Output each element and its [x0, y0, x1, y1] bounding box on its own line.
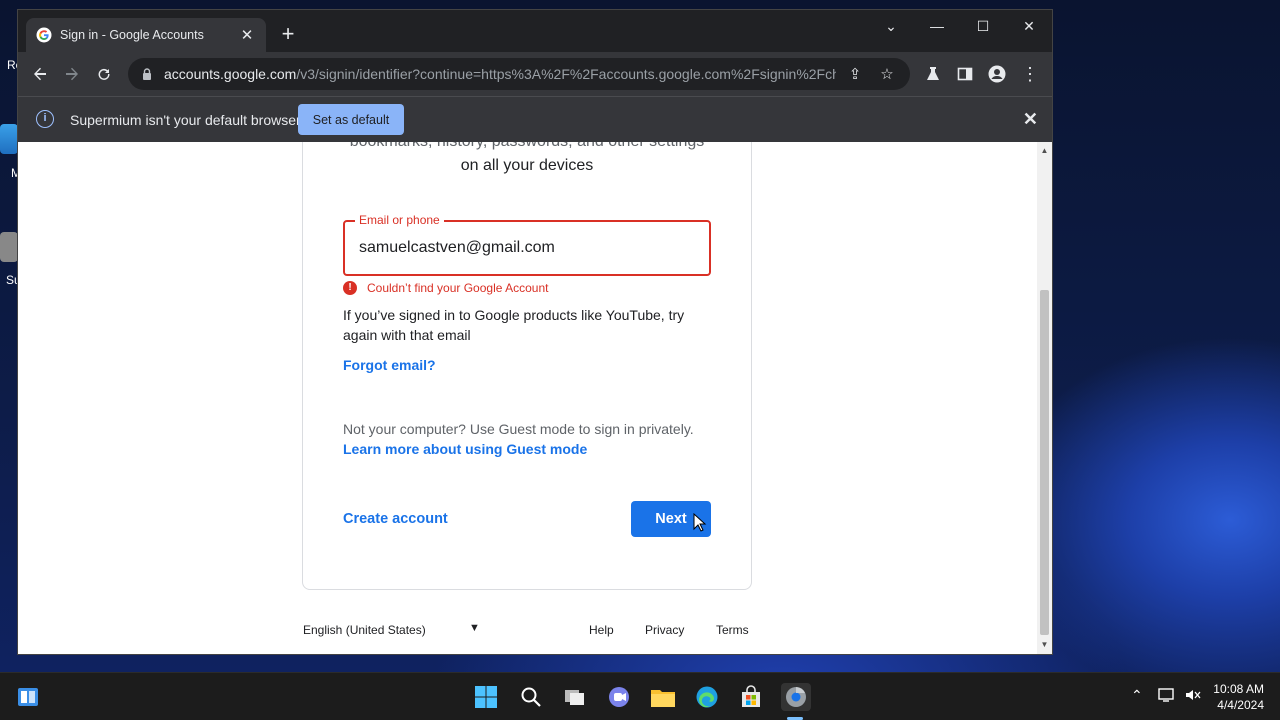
volume-muted-icon[interactable] [1184, 687, 1202, 706]
dropdown-arrow-icon: ▼ [469, 622, 480, 634]
desktop-app-icon[interactable] [0, 124, 18, 154]
google-g-icon [36, 27, 52, 43]
teams-chat-icon[interactable] [605, 683, 633, 711]
tab-sign-in[interactable]: Sign in - Google Accounts ✕ [26, 18, 266, 52]
scroll-thumb[interactable] [1040, 290, 1049, 635]
subtitle-line: on all your devices [460, 157, 594, 174]
desktop-app-icon[interactable] [0, 232, 18, 262]
clock-date: 4/4/2024 [1217, 698, 1264, 712]
start-windows-icon[interactable] [472, 683, 500, 711]
tab-close-icon[interactable]: ✕ [238, 26, 256, 44]
error-icon: ! [343, 281, 357, 295]
tab-title: Sign in - Google Accounts [60, 28, 204, 42]
lock-icon[interactable] [140, 67, 154, 81]
profile-avatar-icon[interactable] [983, 60, 1011, 88]
browser-toolbar: accounts.google.com/v3/signin/identifier… [18, 52, 1052, 96]
url-host: accounts.google.com [164, 66, 297, 82]
guest-mode-link[interactable]: Learn more about using Guest mode [343, 441, 587, 457]
widgets-icon[interactable] [14, 683, 42, 711]
forgot-email-link[interactable]: Forgot email? [343, 357, 436, 373]
clock-time: 10:08 AM [1213, 682, 1264, 696]
file-explorer-icon[interactable] [649, 683, 677, 711]
default-browser-infobar: i Supermium isn't your default browser S… [18, 96, 1052, 142]
footer-help-link[interactable]: Help [589, 623, 614, 637]
language-selector[interactable]: English (United States) ▼ [303, 622, 480, 637]
page-content: bookmarks, history, passwords, and other… [18, 142, 1052, 654]
scroll-up-icon[interactable]: ▲ [1037, 146, 1052, 155]
infobar-message: Supermium isn't your default browser [70, 112, 301, 128]
error-text: Couldn’t find your Google Account [367, 281, 549, 295]
help-text: If you’ve signed in to Google products l… [343, 307, 685, 343]
chevron-up-icon[interactable]: ⌃ [1131, 687, 1143, 704]
forward-arrow-icon[interactable] [58, 60, 86, 88]
info-icon: i [36, 110, 54, 128]
edge-browser-icon[interactable] [693, 683, 721, 711]
guest-mode-text: Not your computer? Use Guest mode to sig… [343, 421, 694, 437]
email-input[interactable]: samuelcastven@gmail.com [359, 239, 555, 257]
address-bar[interactable]: accounts.google.com/v3/signin/identifier… [128, 58, 910, 90]
error-message: ! Couldn’t find your Google Account [343, 281, 548, 295]
mouse-cursor-icon [693, 513, 707, 532]
search-icon[interactable] [517, 683, 545, 711]
footer-terms-link[interactable]: Terms [716, 623, 749, 637]
footer-privacy-link[interactable]: Privacy [645, 623, 684, 637]
subtitle-partial: bookmarks, history, passwords, and other… [303, 142, 751, 151]
tab-strip: Sign in - Google Accounts ✕ + ⌄ — ☐ ✕ [18, 10, 1052, 52]
network-icon[interactable] [1158, 687, 1176, 706]
system-clock[interactable]: 10:08 AM 4/4/2024 [1213, 681, 1264, 713]
side-panel-icon[interactable] [951, 60, 979, 88]
signin-card: bookmarks, history, passwords, and other… [302, 142, 752, 590]
bookmark-star-icon[interactable]: ☆ [874, 65, 900, 83]
minimize-button[interactable]: — [914, 10, 960, 42]
browser-window: Sign in - Google Accounts ✕ + ⌄ — ☐ ✕ ac… [18, 10, 1052, 654]
menu-kebab-icon[interactable]: ⋮ [1016, 60, 1044, 88]
close-window-button[interactable]: ✕ [1006, 10, 1052, 42]
taskbar: ⌃ 10:08 AM 4/4/2024 [0, 672, 1280, 720]
infobar-close-icon[interactable]: ✕ [1023, 109, 1038, 130]
supermium-browser-icon[interactable] [781, 683, 811, 711]
maximize-button[interactable]: ☐ [960, 10, 1006, 42]
url-text[interactable]: accounts.google.com/v3/signin/identifier… [164, 66, 836, 82]
email-field[interactable]: Email or phone samuelcastven@gmail.com [343, 213, 711, 276]
share-icon[interactable]: ⇪ [842, 65, 868, 83]
task-view-icon[interactable] [561, 683, 589, 711]
url-path: /v3/signin/identifier?continue=https%3A%… [296, 66, 836, 82]
email-field-label: Email or phone [355, 213, 444, 227]
new-tab-button[interactable]: + [276, 23, 300, 47]
reload-icon[interactable] [90, 60, 118, 88]
store-icon[interactable] [737, 683, 765, 711]
tab-search-icon[interactable]: ⌄ [868, 10, 914, 42]
back-arrow-icon[interactable] [26, 60, 54, 88]
scroll-down-icon[interactable]: ▼ [1037, 640, 1052, 649]
set-as-default-button[interactable]: Set as default [298, 104, 404, 135]
extensions-icon[interactable] [919, 60, 947, 88]
create-account-button[interactable]: Create account [343, 511, 448, 527]
language-label: English (United States) [303, 623, 426, 637]
page-scrollbar[interactable]: ▲ ▼ [1037, 142, 1052, 654]
